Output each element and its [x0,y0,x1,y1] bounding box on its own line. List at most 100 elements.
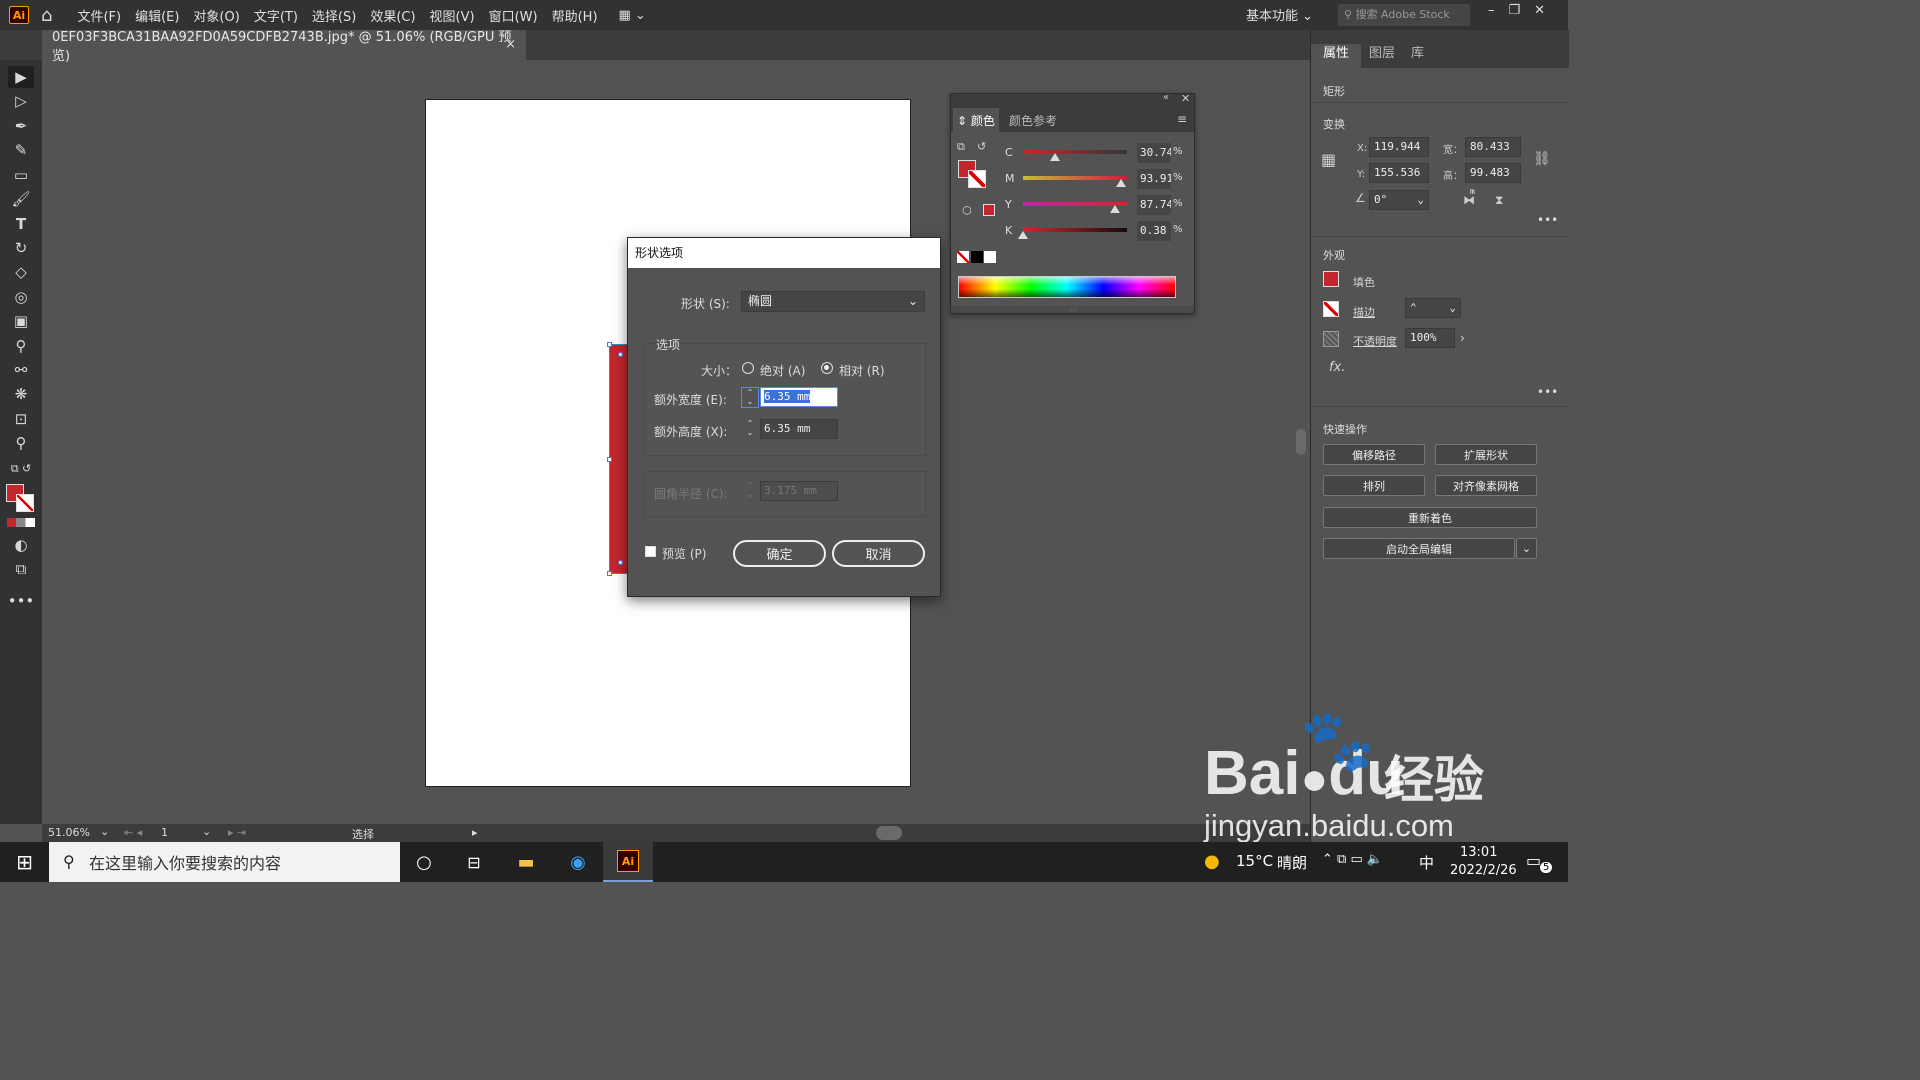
cancel-button[interactable]: 取消 [832,540,925,567]
clock-date[interactable]: 2022/2/26 [1450,863,1517,878]
collapse-icon[interactable]: « [1163,92,1169,103]
document-tab[interactable]: 0EF03F3BCA31BAA92FD0A59CDFB2743B.jpg* @ … [42,30,526,64]
selection-handle[interactable] [607,457,612,462]
menu-select[interactable]: 选择(S) [305,6,363,25]
yellow-value[interactable]: 87.74 [1137,195,1171,215]
tab-color[interactable]: ⇕ 颜色 [957,112,995,129]
clock-time[interactable]: 13:01 [1460,845,1497,860]
taskbar-search[interactable]: ⚲ 在这里输入你要搜索的内容 [49,842,400,882]
stroke-swatch[interactable] [16,494,34,512]
blend-tool-icon[interactable]: ⚯ [8,359,34,381]
menu-object[interactable]: 对象(O) [186,6,246,25]
relative-label[interactable]: 相对 (R) [839,362,885,379]
panel-menu-icon[interactable]: ≡ [1177,112,1187,126]
gradient-tool-icon[interactable]: ▣ [8,310,34,332]
weather-temp[interactable]: 15°C [1236,852,1273,870]
eyedropper-tool-icon[interactable]: ⚲ [8,335,34,357]
extra-width-stepper[interactable]: ⌃ ⌄ [741,387,759,408]
file-explorer-icon[interactable]: ▬ [504,842,548,882]
more-tools-icon[interactable]: ••• [8,590,35,612]
constrain-proportions-icon[interactable]: ⛓ [1533,151,1551,167]
black-slider[interactable] [1023,228,1127,232]
opacity-label[interactable]: 不透明度 [1353,333,1397,349]
selection-handle[interactable] [607,571,612,576]
preview-label[interactable]: 预览 (P) [662,545,706,562]
more-appearance-icon[interactable]: ••• [1537,385,1558,399]
extra-width-field[interactable]: 6.35 mm [760,387,838,407]
tab-layers[interactable]: 图层 [1369,42,1395,61]
selection-tool-icon[interactable]: ▶ [8,66,34,88]
pen-tool-icon[interactable]: ✒ [8,115,34,137]
swap-colors-icon[interactable]: ⧉ ↺ [8,458,34,480]
rectangle-tool-icon[interactable]: ▭ [8,164,34,186]
paintbrush-tool-icon[interactable]: 🖌 [8,188,34,210]
page-dropdown-icon[interactable]: ⌄ [202,825,211,838]
weather-text[interactable]: 晴朗 [1277,852,1307,873]
direct-selection-tool-icon[interactable]: ▷ [8,90,34,112]
extra-height-field[interactable]: 6.35 mm [760,419,838,439]
zoom-tool-icon[interactable]: ⚲ [8,432,34,454]
more-transform-icon[interactable]: ••• [1537,213,1558,227]
first-page-icon[interactable]: ⇤ ◂ [124,826,142,839]
screen-mode-icon[interactable]: ⧉ [8,558,34,580]
absolute-radio[interactable] [742,362,754,374]
menu-help[interactable]: 帮助(H) [545,6,605,25]
flip-horizontal-icon[interactable]: ⧓ [1463,193,1475,207]
resize-grip[interactable]: :::: [951,306,1194,313]
stock-search[interactable]: ⚲ 搜索 Adobe Stock [1338,4,1470,26]
global-edit-dropdown-icon[interactable]: ⌄ [1516,538,1537,559]
global-edit-button[interactable]: 启动全局编辑 [1323,538,1515,559]
home-icon[interactable]: ⌂ [41,5,52,26]
y-field[interactable]: 155.536 [1369,163,1429,183]
fill-swatch[interactable] [1323,271,1339,287]
ok-button[interactable]: 确定 [733,540,826,567]
notification-icon[interactable]: ▭ [1526,851,1541,870]
menu-file[interactable]: 文件(F) [70,6,128,25]
stroke-label[interactable]: 描边 [1353,304,1375,320]
shape-select[interactable]: 椭圆 ⌄ [741,291,925,312]
draw-mode-icon[interactable]: ◐ [8,534,34,556]
recolor-button[interactable]: 重新着色 [1323,507,1537,528]
yellow-thumb[interactable] [1109,205,1120,213]
selected-rectangle[interactable] [607,342,629,576]
scroll-thumb[interactable] [1296,429,1306,455]
x-field[interactable]: 119.944 [1369,137,1429,157]
magenta-slider[interactable] [1023,176,1127,180]
zoom-level[interactable]: 51.06% [48,826,90,839]
menu-edit[interactable]: 编辑(E) [128,6,186,25]
height-field[interactable]: 99.483 m [1465,163,1521,196]
symbol-sprayer-tool-icon[interactable]: ❋ [8,383,34,405]
weather-icon[interactable]: ● [1204,851,1220,872]
tab-libraries[interactable]: 库 [1411,42,1424,61]
illustrator-taskbar-icon[interactable]: Ai [603,842,653,882]
color-mode-icons[interactable] [7,518,35,527]
workspace-switcher[interactable]: 基本功能 ⌄ [1246,5,1313,24]
shape-builder-tool-icon[interactable]: ◎ [8,286,34,308]
corner-widget[interactable] [618,560,623,565]
black-thumb[interactable] [1018,231,1028,239]
rotate-tool-icon[interactable]: ↻ [8,237,34,259]
selection-handle[interactable] [607,342,612,347]
menu-effect[interactable]: 效果(C) [363,6,422,25]
cyan-slider[interactable] [1023,150,1127,154]
layout-switcher-icon[interactable]: ▦ ⌄ [619,8,646,23]
none-swatch[interactable] [957,251,969,263]
dialog-title[interactable]: 形状选项 [628,238,940,268]
window-controls[interactable]: –❐✕ [1488,3,1559,18]
curvature-tool-icon[interactable]: ✎ [8,139,34,161]
stroke-swatch[interactable] [1323,301,1339,317]
menu-view[interactable]: 视图(V) [423,6,482,25]
offset-path-button[interactable]: 偏移路径 [1323,444,1425,465]
corner-widget[interactable] [618,352,623,357]
expand-shape-button[interactable]: 扩展形状 [1435,444,1537,465]
artboard-tool-icon[interactable]: ⊡ [8,408,34,430]
stroke-weight-field[interactable]: ⌃ ⌄ [1405,298,1461,318]
close-icon[interactable]: ✕ [1181,92,1190,105]
black-value[interactable]: 0.38 [1137,221,1171,241]
angle-field[interactable]: 0° ⌄ [1369,190,1429,210]
panel-header[interactable] [951,94,1194,106]
width-field[interactable]: 80.433 m [1465,137,1521,170]
menu-type[interactable]: 文字(T) [247,6,305,25]
status-menu-icon[interactable]: ▸ [472,826,478,839]
page-number[interactable]: 1 [161,826,168,839]
